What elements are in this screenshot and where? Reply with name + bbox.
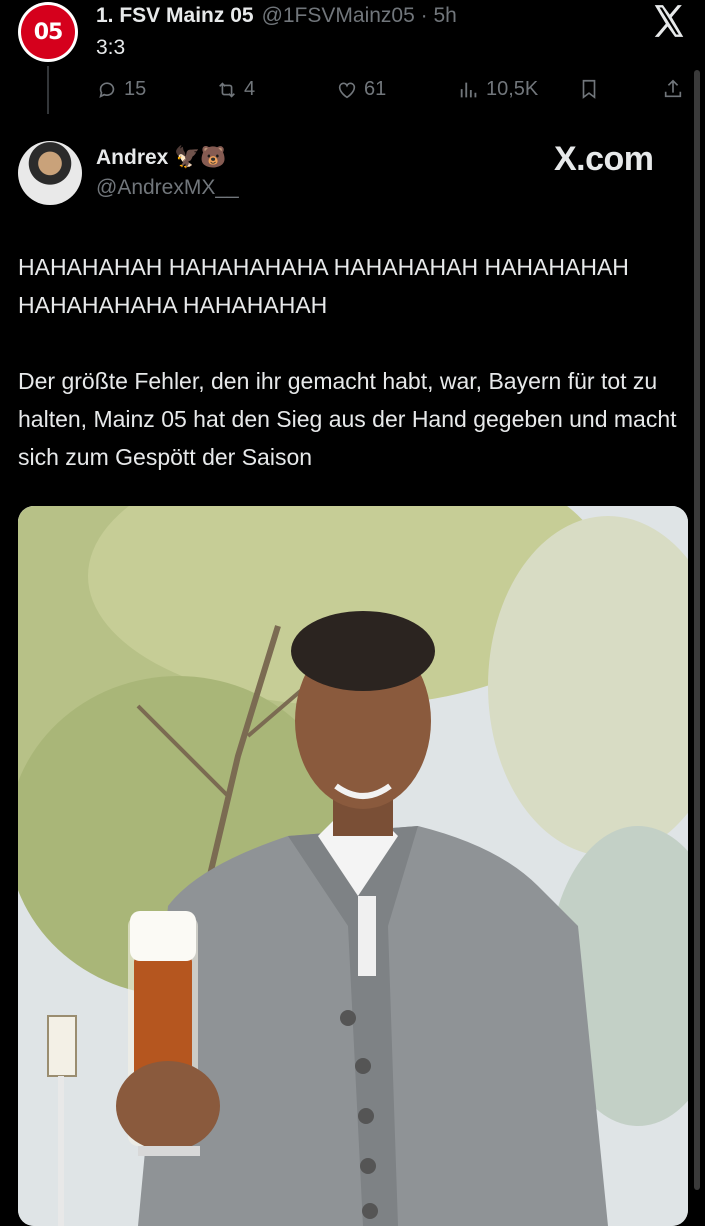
- quoted-author-name[interactable]: 1. FSV Mainz 05: [96, 4, 254, 27]
- retweet-count: 4: [244, 78, 256, 100]
- club-logo-text: 05: [33, 19, 64, 45]
- user-avatar[interactable]: [18, 141, 82, 205]
- reply-icon: [99, 81, 115, 98]
- author-name[interactable]: Andrex 🦅🐻: [96, 146, 226, 170]
- tweet-text-laugh: HAHAHAHAH HAHAHAHAHA HAHAHAHAH HAHAHAHAH…: [18, 254, 629, 318]
- club-avatar[interactable]: 05: [18, 2, 78, 62]
- tweet-image[interactable]: [18, 506, 688, 1226]
- retweet-icon: [219, 81, 235, 98]
- bookmark-button[interactable]: [578, 78, 600, 100]
- views-button[interactable]: 10,5K: [458, 78, 538, 101]
- tweet-text: HAHAHAHAH HAHAHAHAHA HAHAHAHAH HAHAHAHAH…: [18, 248, 678, 476]
- like-count: 61: [364, 78, 387, 100]
- views-count: 10,5K: [486, 78, 539, 100]
- x-logo-icon[interactable]: [650, 2, 688, 40]
- bookmark-icon: [582, 79, 596, 99]
- reply-button[interactable]: 15: [96, 78, 146, 101]
- share-icon: [664, 79, 682, 98]
- quoted-tweet-text: 3:3: [96, 36, 126, 59]
- like-button[interactable]: 61: [336, 78, 386, 101]
- quoted-author[interactable]: 1. FSV Mainz 05 @1FSVMainz05 · 5h: [96, 4, 457, 28]
- club-logo: 05: [21, 5, 75, 59]
- retweet-button[interactable]: 4: [216, 78, 255, 101]
- tweet-actions: 15 4 61 10,5K: [96, 78, 690, 106]
- tweet-text-body: Der größte Fehler, den ihr gemacht habt,…: [18, 368, 677, 470]
- scrollbar[interactable]: [694, 70, 700, 1190]
- x-com-watermark: X.com: [554, 140, 654, 178]
- reply-count: 15: [124, 78, 147, 100]
- thread-line: [47, 66, 49, 114]
- share-button[interactable]: [662, 78, 684, 100]
- like-icon: [338, 82, 356, 98]
- quoted-author-handle[interactable]: @1FSVMainz05 · 5h: [262, 4, 457, 27]
- views-icon: [460, 82, 477, 97]
- author-handle[interactable]: @AndrexMX__: [96, 176, 239, 200]
- photo-illustration: [18, 506, 688, 1226]
